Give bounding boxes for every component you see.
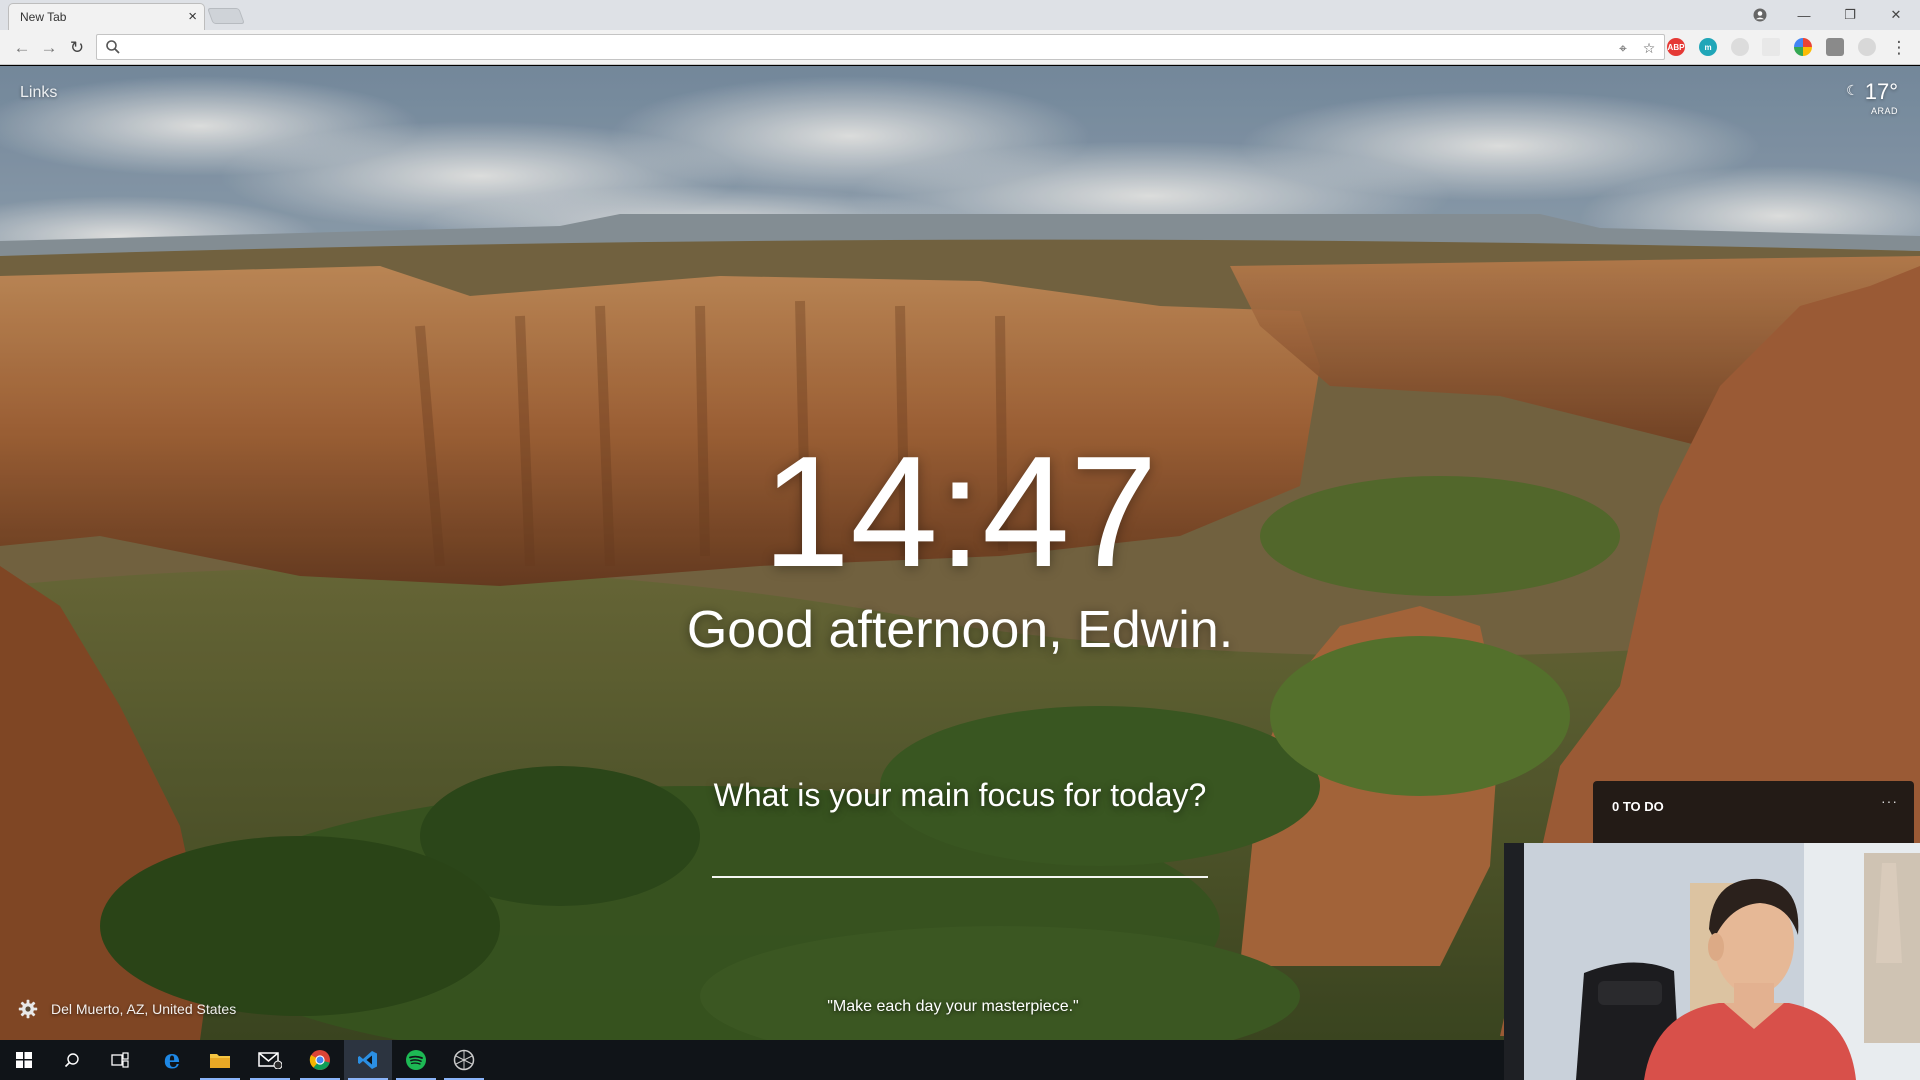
address-bar[interactable]: ⌖ ☆ — [96, 34, 1665, 60]
greeting: Good afternoon, Edwin. — [686, 601, 1234, 659]
extension-icon[interactable] — [1731, 38, 1749, 56]
back-icon[interactable]: ← — [11, 37, 33, 59]
weather-row: ☾ 17° — [1846, 79, 1898, 105]
camera-icon[interactable] — [1826, 38, 1844, 56]
tab-new-tab[interactable]: New Tab × — [8, 3, 205, 30]
bookmark-star-icon[interactable]: ☆ — [1640, 39, 1658, 57]
close-window-icon[interactable]: ✕ — [1882, 4, 1910, 26]
tab-title: New Tab — [20, 10, 67, 24]
forward-icon[interactable]: → — [38, 37, 60, 59]
todo-panel: 0 TO DO ··· — [1593, 781, 1914, 843]
search-icon[interactable] — [48, 1040, 96, 1080]
spotify-icon[interactable] — [392, 1040, 440, 1080]
clock: 14:47 — [762, 424, 1158, 600]
links-button[interactable]: Links — [20, 84, 57, 102]
extension-m-icon[interactable]: m — [1699, 38, 1717, 56]
restore-icon[interactable]: ❐ — [1836, 4, 1864, 26]
webcam-overlay — [1504, 843, 1920, 1080]
adblock-icon[interactable]: ABP — [1667, 38, 1685, 56]
chrome-icon[interactable] — [296, 1040, 344, 1080]
photo-location[interactable]: Del Muerto, AZ, United States — [51, 1001, 236, 1017]
weather-city: ARAD — [1870, 106, 1898, 116]
weather-widget[interactable]: ☾ 17° ARAD — [1846, 79, 1898, 116]
task-view-icon[interactable] — [96, 1040, 144, 1080]
weather-temperature: 17° — [1864, 79, 1898, 104]
vscode-icon[interactable] — [344, 1040, 392, 1080]
location-target-icon[interactable]: ⌖ — [1614, 39, 1632, 57]
start-icon[interactable] — [0, 1040, 48, 1080]
profile-icon[interactable] — [1746, 4, 1774, 26]
extension-color-icon[interactable] — [1794, 38, 1812, 56]
more-options-icon[interactable]: ··· — [1881, 793, 1898, 809]
search-icon — [106, 40, 120, 54]
todo-title[interactable]: 0 TO DO — [1612, 799, 1664, 814]
extension-frame-icon[interactable] — [1762, 38, 1780, 56]
close-tab-icon[interactable]: × — [188, 8, 197, 25]
moon-icon: ☾ — [1846, 82, 1859, 98]
taskbar: e — [0, 1040, 1504, 1080]
extension-faded-icon[interactable] — [1858, 38, 1876, 56]
file-explorer-icon[interactable] — [196, 1040, 244, 1080]
mail-icon[interactable] — [246, 1040, 294, 1080]
reload-icon[interactable]: ↻ — [66, 37, 88, 59]
tab-strip: New Tab × — ❐ ✕ — [0, 0, 1920, 30]
daily-quote[interactable]: "Make each day your masterpiece." — [700, 998, 1206, 1016]
browser-toolbar: ← → ↻ ⌖ ☆ ABP m ⋮ — [0, 30, 1920, 65]
app-icon[interactable] — [440, 1040, 488, 1080]
focus-input[interactable] — [712, 840, 1208, 878]
edge-icon[interactable]: e — [148, 1040, 196, 1080]
minimize-icon[interactable]: — — [1790, 4, 1818, 26]
gear-icon[interactable] — [18, 999, 38, 1019]
menu-icon[interactable]: ⋮ — [1888, 37, 1910, 59]
new-tab-button[interactable] — [207, 8, 245, 24]
